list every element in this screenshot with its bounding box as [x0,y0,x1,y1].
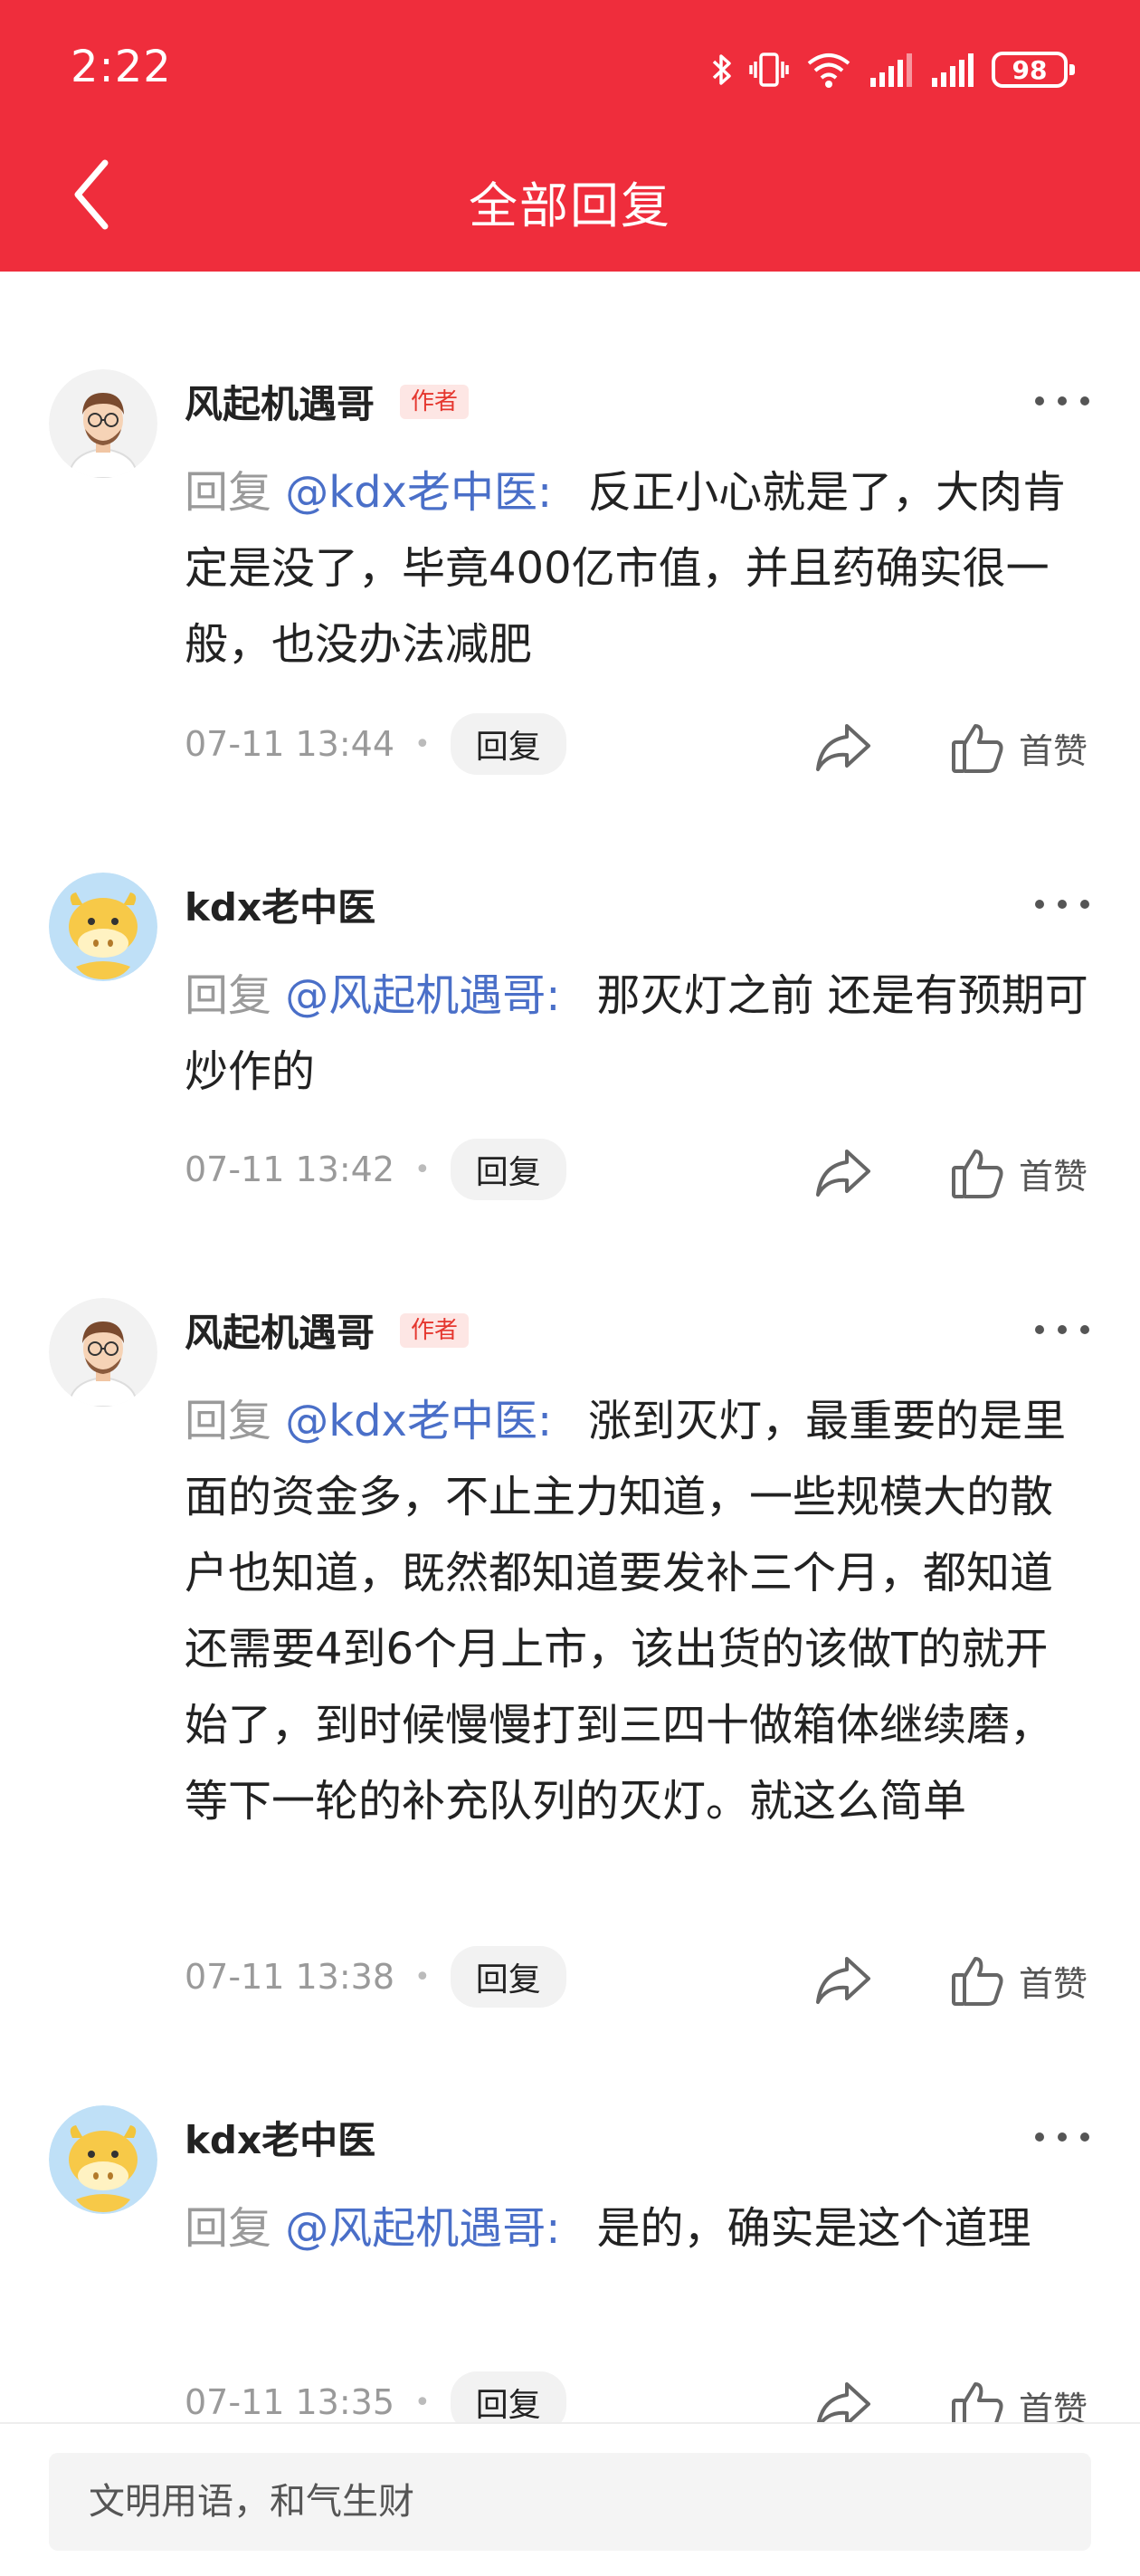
battery-icon: 98 [992,52,1075,88]
signal-icon-1 [869,51,914,89]
status-icons: 98 [711,47,1075,92]
status-time: 2:22 [71,42,172,92]
reply-button[interactable]: 回复 [450,1139,566,1200]
man-with-glasses-avatar-icon [49,369,157,478]
more-options-button[interactable] [1035,891,1089,918]
author-name[interactable]: 风起机遇哥 [185,374,375,429]
mention-link[interactable]: @kdx老中医: [285,467,552,518]
comment-text: 回复 @kdx老中医: 反正小心就是了，大肉肯定是没了，毕竟400亿市值，并且药确… [185,454,1089,682]
more-options-button[interactable] [1035,387,1089,415]
cow-avatar-icon [49,873,157,981]
avatar[interactable] [49,2105,157,2214]
comment-body: 涨到灭灯，最重要的是里面的资金多，不止主力知道，一些规模大的散户也知道，既然都知… [185,1396,1067,1827]
comment-text: 回复 @风起机遇哥: 是的，确实是这个道理 [185,2190,1089,2266]
avatar[interactable] [49,1298,157,1407]
mention-link[interactable]: @风起机遇哥: [285,970,560,1021]
cow-avatar-icon [49,2105,157,2214]
page-title: 全部回复 [469,177,671,234]
more-dot-icon [1080,900,1089,909]
share-button[interactable] [814,1953,872,2006]
like-label: 首赞 [1019,730,1088,771]
more-dot-icon [1035,396,1044,405]
more-dot-icon [1035,1325,1044,1334]
separator-dot: • [414,2386,431,2419]
thumbs-up-icon [952,1150,1003,1198]
more-dot-icon [1058,900,1067,909]
signal-icon-2 [930,51,975,89]
mention-link[interactable]: @kdx老中医: [285,1396,552,1446]
comment-meta: 07-11 13:44 • 回复 [185,713,566,775]
comment-time: 07-11 13:38 [185,1957,395,1997]
separator-dot: • [414,1961,431,1993]
author-name[interactable]: kdx老中医 [185,877,375,932]
more-dot-icon [1058,396,1067,405]
mention-link[interactable]: @风起机遇哥: [285,2203,560,2254]
share-icon [816,1957,870,2004]
comment-time: 07-11 13:42 [185,1150,395,1189]
like-button[interactable]: 首赞 [950,720,1088,775]
reply-prefix: 回复 [185,1396,272,1446]
comment-text: 回复 @风起机遇哥: 那灭灯之前 还是有预期可炒作的 [185,958,1089,1110]
more-options-button[interactable] [1035,1316,1089,1343]
comment-meta: 07-11 13:35 • 回复 [185,2371,566,2433]
author-row: kdx老中医 [185,2110,375,2165]
thumbs-up-icon [952,724,1003,773]
bluetooth-icon [711,51,733,89]
share-button[interactable] [814,720,872,773]
comment-body: 是的，确实是这个道理 [596,2203,1031,2254]
more-dot-icon [1035,900,1044,909]
man-with-glasses-avatar-icon [49,1298,157,1407]
reply-button[interactable]: 回复 [450,713,566,775]
more-options-button[interactable] [1035,2123,1089,2151]
comment-meta: 07-11 13:42 • 回复 [185,1139,566,1200]
thumbs-up-icon [952,1957,1003,2006]
like-button[interactable]: 首赞 [950,1146,1088,1200]
more-dot-icon [1058,1325,1067,1334]
avatar[interactable] [49,873,157,981]
battery-level: 98 [1012,54,1048,85]
reply-input[interactable] [49,2453,1091,2551]
separator-dot: • [414,1153,431,1186]
author-row: 风起机遇哥 作者 [185,1302,470,1358]
more-dot-icon [1080,2132,1089,2142]
author-badge: 作者 [400,1312,470,1348]
author-row: 风起机遇哥 作者 [185,374,470,429]
more-dot-icon [1058,2132,1067,2142]
author-row: kdx老中医 [185,877,375,932]
like-button[interactable]: 首赞 [950,1953,1088,2008]
wifi-icon [805,51,852,89]
like-label: 首赞 [1019,1963,1088,2004]
reply-prefix: 回复 [185,467,272,518]
comment-meta: 07-11 13:38 • 回复 [185,1946,566,2008]
app-header: 2:22 98 全部回复 [0,0,1140,272]
share-icon [816,1150,870,1197]
author-badge: 作者 [400,384,470,419]
reply-button[interactable]: 回复 [450,1946,566,2008]
avatar[interactable] [49,369,157,478]
more-dot-icon [1080,1325,1089,1334]
like-label: 首赞 [1019,1156,1088,1197]
share-button[interactable] [814,1146,872,1198]
share-icon [816,724,870,771]
author-name[interactable]: 风起机遇哥 [185,1302,375,1358]
comment-time: 07-11 13:44 [185,724,395,764]
reply-prefix: 回复 [185,970,272,1021]
reply-composer [0,2422,1140,2576]
vibrate-icon [749,51,789,89]
more-dot-icon [1035,2132,1044,2142]
comment-time: 07-11 13:35 [185,2382,395,2422]
separator-dot: • [414,728,431,760]
author-name[interactable]: kdx老中医 [185,2110,375,2165]
reply-prefix: 回复 [185,2203,272,2254]
more-dot-icon [1080,396,1089,405]
comment-text: 回复 @kdx老中医: 涨到灭灯，最重要的是里面的资金多，不止主力知道，一些规模大… [185,1383,1089,1839]
